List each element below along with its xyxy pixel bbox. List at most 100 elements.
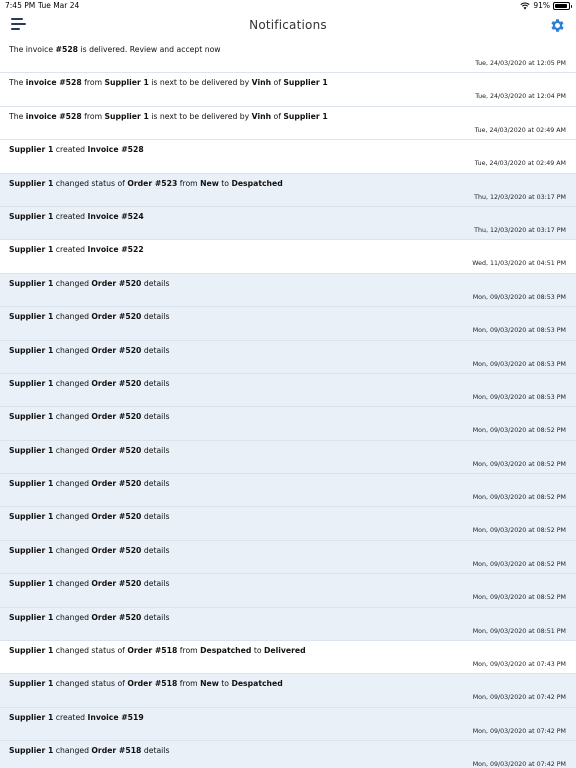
message-text: The invoice [9, 45, 56, 54]
wifi-icon [520, 2, 530, 9]
notification-message: Supplier 1 changed Order #520 details [9, 412, 169, 421]
message-text: details [141, 312, 170, 322]
notification-item[interactable]: Supplier 1 changed Order #520 details Mon… [0, 540, 576, 575]
notification-timestamp: Mon, 09/03/2020 at 07:42 PM [472, 761, 566, 768]
notification-item[interactable]: The invoice #528 from Supplier 1 is next… [0, 73, 576, 107]
notification-message: Supplier 1 changed Order #520 details [9, 379, 169, 388]
message-bold-text: Invoice #522 [87, 245, 144, 255]
message-text: of [271, 78, 284, 88]
message-bold-text: Supplier 1 [9, 412, 54, 422]
notification-timestamp: Thu, 12/03/2020 at 03:17 PM [474, 193, 566, 201]
notification-item[interactable]: Supplier 1 changed Order #520 details Mon… [0, 340, 576, 374]
notification-message: Supplier 1 changed status of Order #518 … [9, 646, 306, 655]
notification-item[interactable]: Supplier 1 changed Order #520 details Mon… [0, 440, 576, 475]
status-right: 91% [520, 1, 572, 10]
battery-percent: 91% [533, 1, 550, 10]
message-bold-text: Supplier 1 [9, 579, 54, 589]
notification-item[interactable]: Supplier 1 changed Order #520 details Mon… [0, 273, 576, 308]
notification-item[interactable]: Supplier 1 changed Order #520 details Mon… [0, 574, 576, 608]
message-bold-text: Supplier 1 [9, 612, 54, 622]
message-bold-text: Order #520 [91, 445, 142, 455]
message-bold-text: Supplier 1 [9, 378, 54, 388]
message-bold-text: Supplier 1 [283, 78, 328, 88]
message-bold-text: Supplier 1 [9, 445, 54, 455]
message-text: changed [53, 378, 92, 388]
battery-fill [555, 3, 567, 8]
message-text: changed status of [53, 679, 128, 689]
notification-item[interactable]: Supplier 1 created Invoice #519 Mon, 09/0… [0, 707, 576, 742]
message-text: details [141, 746, 170, 756]
message-text: The [9, 78, 26, 88]
notification-item[interactable]: Supplier 1 changed Order #520 details Mon… [0, 307, 576, 341]
notification-item[interactable]: Supplier 1 changed status of Order #518 … [0, 674, 576, 708]
message-text: changed [53, 512, 92, 522]
message-text: changed status of [53, 646, 128, 656]
message-bold-text: Order #520 [91, 545, 142, 555]
notification-item[interactable]: Supplier 1 created Invoice #524 Thu, 12/0… [0, 206, 576, 241]
notification-message: The invoice #528 is delivered. Review an… [9, 45, 221, 54]
message-bold-text: invoice #528 [25, 78, 82, 88]
message-text: created [53, 211, 88, 221]
message-bold-text: #528 [55, 45, 79, 54]
message-bold-text: Despatched [200, 646, 252, 656]
message-bold-text: Order #520 [91, 412, 142, 422]
message-bold-text: Supplier 1 [9, 479, 54, 489]
message-bold-text: Supplier 1 [9, 545, 54, 555]
message-bold-text: Despatched [231, 679, 283, 689]
message-bold-text: Invoice #528 [87, 145, 144, 155]
message-text: to [251, 646, 264, 656]
notification-item[interactable]: Supplier 1 changed Order #518 details Mon… [0, 741, 576, 768]
message-text: changed [53, 345, 92, 355]
message-text: is next to be delivered by [148, 78, 252, 88]
message-bold-text: New [200, 178, 219, 188]
notification-item[interactable]: The invoice #528 from Supplier 1 is next… [0, 106, 576, 141]
notification-timestamp: Tue, 24/03/2020 at 02:49 AM [474, 160, 566, 168]
gear-icon[interactable] [549, 17, 566, 34]
status-time: 7:45 PM [5, 1, 36, 10]
notification-message: The invoice #528 from Supplier 1 is next… [9, 112, 328, 121]
notification-item[interactable]: The invoice #528 is delivered. Review an… [0, 40, 576, 74]
message-bold-text: Supplier 1 [9, 679, 54, 689]
message-text: details [141, 545, 170, 555]
message-bold-text: Supplier 1 [9, 178, 54, 188]
message-text: created [53, 145, 88, 155]
notification-item[interactable]: Supplier 1 changed status of Order #518 … [0, 641, 576, 675]
notification-item[interactable]: Supplier 1 changed Order #520 details Mon… [0, 373, 576, 408]
notification-list[interactable]: The invoice #528 is delivered. Review an… [0, 40, 576, 768]
message-bold-text: Supplier 1 [9, 746, 54, 756]
notification-item[interactable]: Supplier 1 changed Order #520 details Mon… [0, 507, 576, 541]
message-bold-text: New [200, 679, 219, 689]
message-text: of [271, 111, 284, 121]
notification-timestamp: Tue, 24/03/2020 at 02:49 AM [474, 126, 566, 134]
message-text: details [141, 378, 170, 388]
notification-item[interactable]: Supplier 1 changed Order #520 details Mon… [0, 474, 576, 508]
message-text: details [141, 612, 170, 622]
message-bold-text: Despatched [231, 178, 283, 188]
message-bold-text: Order #520 [91, 378, 142, 388]
message-bold-text: Order #520 [91, 345, 142, 355]
notification-timestamp: Mon, 09/03/2020 at 08:52 PM [472, 527, 566, 535]
notification-item[interactable]: Supplier 1 created Invoice #528 Tue, 24/0… [0, 140, 576, 174]
notification-message: Supplier 1 changed Order #520 details [9, 579, 169, 588]
nav-bar: Notifications [0, 12, 576, 40]
notification-item[interactable]: Supplier 1 changed Order #520 details Mon… [0, 607, 576, 642]
message-text: to [218, 679, 232, 689]
notification-timestamp: Mon, 09/03/2020 at 08:53 PM [472, 293, 566, 301]
notification-timestamp: Mon, 09/03/2020 at 08:53 PM [472, 360, 566, 368]
message-bold-text: Supplier 1 [9, 512, 54, 522]
status-date: Tue Mar 24 [38, 1, 80, 10]
notification-message: Supplier 1 created Invoice #519 [9, 713, 144, 722]
message-bold-text: Vinh [251, 78, 272, 88]
notification-timestamp: Mon, 09/03/2020 at 07:43 PM [472, 661, 566, 669]
notification-item[interactable]: Supplier 1 changed Order #520 details Mon… [0, 407, 576, 441]
message-bold-text: Supplier 1 [104, 111, 149, 121]
message-bold-text: Supplier 1 [9, 312, 54, 322]
message-bold-text: Supplier 1 [9, 211, 54, 221]
notification-item[interactable]: Supplier 1 changed status of Order #523 … [0, 173, 576, 207]
message-bold-text: Supplier 1 [283, 111, 328, 121]
notification-timestamp: Mon, 09/03/2020 at 08:52 PM [472, 460, 566, 468]
notification-item[interactable]: Supplier 1 created Invoice #522 Wed, 11/0… [0, 240, 576, 274]
notification-message: Supplier 1 changed Order #520 details [9, 279, 169, 288]
notification-timestamp: Mon, 09/03/2020 at 08:53 PM [472, 393, 566, 401]
message-text: changed [53, 412, 92, 422]
